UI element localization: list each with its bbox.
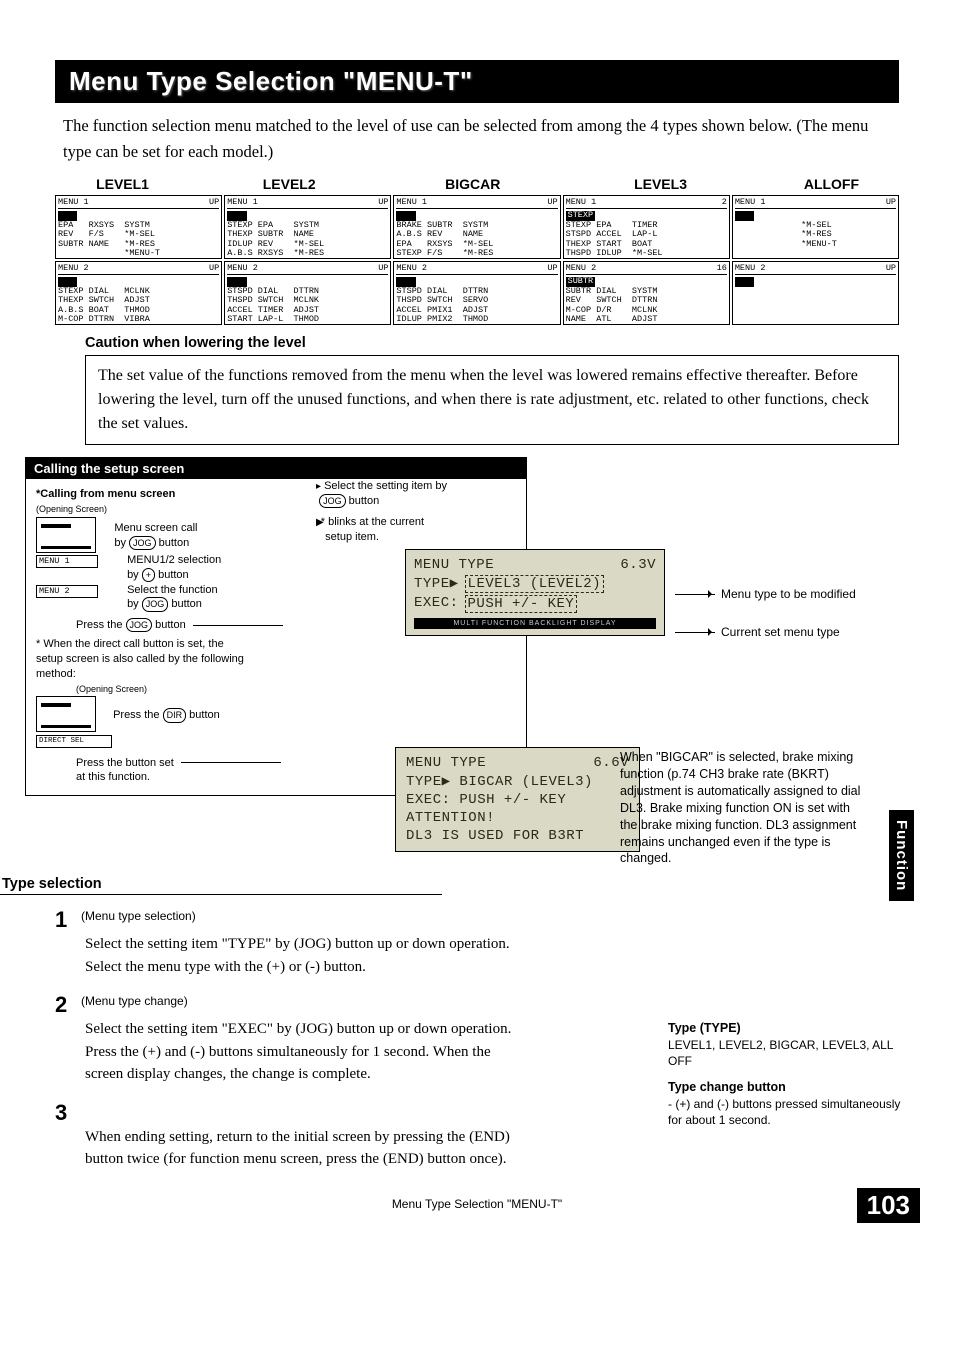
lcd-annotations: Menu type to be modified Current set men… <box>675 587 885 663</box>
lcd-main-type-value: LEVEL3 (LEVEL2) <box>465 575 605 593</box>
step-1-label: (Menu type selection) <box>81 909 196 923</box>
caution-heading: Caution when lowering the level <box>85 335 899 351</box>
lcd-bigcar: MENU TYPE6.6V TYPE▶ BIGCAR (LEVEL3) EXEC… <box>395 747 640 852</box>
level-header-4: LEVEL3 <box>572 176 749 192</box>
jog-button-icon-4: JOG <box>319 494 346 508</box>
bigcar-note: When "BIGCAR" is selected, brake mixing … <box>620 749 865 867</box>
lcd-main: MENU TYPE6.3V TYPE▶ LEVEL3 (LEVEL2) EXEC… <box>405 549 665 636</box>
level-header-1: LEVEL1 <box>55 176 190 192</box>
press-set-2: at this function. <box>76 771 150 783</box>
step-2-label: (Menu type change) <box>81 994 188 1008</box>
press-set-1: Press the button set <box>76 757 174 769</box>
mini-screen-bigcar-bot: MENU 2UP STSPD DIAL DTTRN THSPD SWTCH SE… <box>393 261 560 325</box>
mini-screen-level3-top: MENU 12 STEXP STEXP EPA TIMER STSPD ACCE… <box>563 195 730 259</box>
annotation-modified: Menu type to be modified <box>721 587 856 601</box>
side-tab-function: Function <box>889 810 914 901</box>
button-word-2: button <box>158 569 189 581</box>
mini-screen-level1-bot: MENU 2UP STEXP DIAL MCLNK THEXP SWTCH AD… <box>55 261 222 325</box>
select-func-2: by <box>127 598 139 610</box>
caution-box: The set value of the functions removed f… <box>85 355 899 445</box>
step-2-body: Select the setting item "EXEC" by (JOG) … <box>85 1018 515 1086</box>
steps-list: 1 (Menu type selection) Select the setti… <box>55 907 515 1171</box>
level-header-3: BIGCAR <box>388 176 557 192</box>
jog-button-icon-3: JOG <box>126 618 153 632</box>
footer-text: Menu Type Selection "MENU-T" <box>55 1197 899 1211</box>
mini-screen-alloff-bot: MENU 2UP <box>732 261 899 325</box>
change-body: - (+) and (-) buttons pressed simultaneo… <box>668 1096 908 1128</box>
jog-button-icon-2: JOG <box>142 597 169 611</box>
blinks-2: setup item. <box>325 531 379 543</box>
mini-screens-row: MENU 1UP EPA RXSYS SYSTM REV F/S *M-SEL … <box>55 195 899 325</box>
opening-screen-label: (Opening Screen) <box>36 504 107 514</box>
menu12-sel-2: by <box>127 569 139 581</box>
press-jog: Press the <box>76 619 122 631</box>
step-3: 3 When ending setting, return to the ini… <box>55 1100 515 1171</box>
button-word-3: button <box>171 598 202 610</box>
level-headers: LEVEL1 LEVEL2 BIGCAR LEVEL3 ALLOFF <box>55 176 899 192</box>
page-title: Menu Type Selection "MENU-T" <box>55 60 899 103</box>
menu-call-2: by <box>114 537 126 549</box>
thumb-opening-screen-2 <box>36 696 96 732</box>
button-word-1: button <box>159 537 190 549</box>
setup-wrapper: Calling the setup screen *Calling from m… <box>25 457 899 897</box>
jog-button-icon: JOG <box>129 536 156 550</box>
lcd-strip: MULTI FUNCTION BACKLIGHT DISPLAY <box>414 618 656 629</box>
button-word-5: button <box>189 709 220 721</box>
menu12-sel-1: MENU1/2 selection <box>127 554 221 566</box>
type-body: LEVEL1, LEVEL2, BIGCAR, LEVEL3, ALL OFF <box>668 1037 908 1069</box>
opening-screen-label-2: (Opening Screen) <box>76 684 147 694</box>
menu-call-1: Menu screen call <box>114 522 197 534</box>
menu1-slot: MENU 1 <box>36 555 98 568</box>
select-func-1: Select the function <box>127 584 218 596</box>
setup-header: Calling the setup screen <box>26 458 526 479</box>
button-word-4: button <box>155 619 186 631</box>
level-header-2: LEVEL2 <box>205 176 374 192</box>
menu2-slot: MENU 2 <box>36 585 98 598</box>
mini-screen-level1-top: MENU 1UP EPA RXSYS SYSTM REV F/S *M-SEL … <box>55 195 222 259</box>
select-item-1: Select the setting item by <box>324 480 447 492</box>
thumb-opening-screen <box>36 517 96 553</box>
plus-button-icon: + <box>142 568 155 582</box>
step-3-body: When ending setting, return to the initi… <box>85 1126 515 1171</box>
step-2: 2 (Menu type change) Select the setting … <box>55 992 515 1086</box>
type-heading: Type (TYPE) <box>668 1020 908 1037</box>
direct-call-note: * When the direct call button is set, th… <box>36 637 246 682</box>
mini-screen-bigcar-top: MENU 1UP BRAKE SUBTR SYSTM A.B.S REV NAM… <box>393 195 560 259</box>
step-1-body: Select the setting item "TYPE" by (JOG) … <box>85 933 515 978</box>
lcd-main-exec-value: PUSH +/- KEY <box>465 595 578 613</box>
page-number: 103 <box>857 1188 920 1223</box>
blinks-1: * blinks at the current <box>321 516 424 528</box>
select-item-2: button <box>349 495 380 507</box>
annotation-current: Current set menu type <box>721 625 840 639</box>
mini-screen-level2-top: MENU 1UP STEXP EPA SYSTM THEXP SUBTR NAM… <box>224 195 391 259</box>
change-heading: Type change button <box>668 1079 908 1096</box>
right-info: Type (TYPE) LEVEL1, LEVEL2, BIGCAR, LEVE… <box>668 1010 908 1129</box>
press-dir: Press the <box>113 709 159 721</box>
level-header-5: ALLOFF <box>764 176 899 192</box>
step-1: 1 (Menu type selection) Select the setti… <box>55 907 515 978</box>
mini-screen-level2-bot: MENU 2UP STSPD DIAL DTTRN THSPD SWTCH MC… <box>224 261 391 325</box>
dir-button-icon: DIR <box>163 708 187 722</box>
mini-screen-level3-bot: MENU 216 SUBTR SUBTR DIAL SYSTM REV SWTC… <box>563 261 730 325</box>
direct-sel-slot: DIRECT SEL <box>36 735 112 747</box>
type-selection-heading: Type selection <box>0 873 442 895</box>
calling-line: *Calling from menu screen <box>36 488 175 500</box>
mini-screen-alloff-top: MENU 1UP *M-SEL *M-RES *MENU-T <box>732 195 899 259</box>
intro-text: The function selection menu matched to t… <box>55 113 899 164</box>
